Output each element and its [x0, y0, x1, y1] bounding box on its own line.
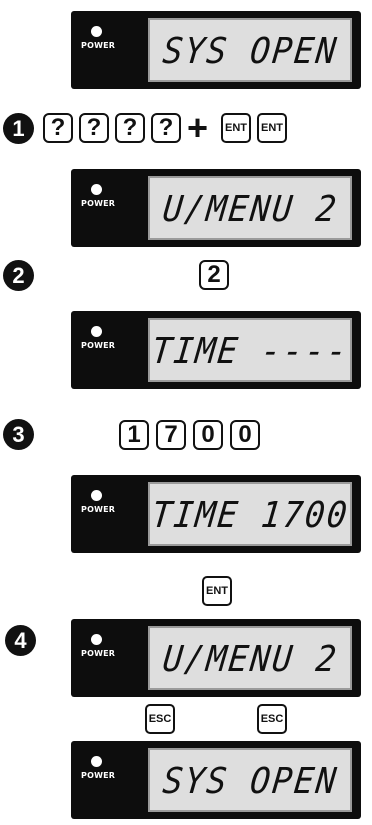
lcd-panel-4: POWER TIME 1700	[71, 475, 361, 553]
lcd-screen: U/MENU 2	[148, 176, 352, 240]
escape-key[interactable]: ESC	[257, 704, 287, 734]
key-1[interactable]: 1	[119, 420, 149, 450]
lcd-panel-6: POWER SYS OPEN	[71, 741, 361, 819]
power-led-icon	[91, 634, 102, 645]
lcd-text: U/MENU 2	[160, 186, 340, 230]
power-led-icon	[91, 756, 102, 767]
power-label: POWER	[81, 41, 116, 50]
lcd-panel-2: POWER U/MENU 2	[71, 169, 361, 247]
plus-sign: +	[187, 107, 209, 148]
key-question[interactable]: ?	[79, 113, 109, 143]
step-4-badge: 4	[5, 625, 36, 656]
key-question[interactable]: ?	[151, 113, 181, 143]
power-label: POWER	[81, 199, 116, 208]
lcd-text: TIME ----	[149, 328, 351, 372]
lcd-panel-3: POWER TIME ----	[71, 311, 361, 389]
power-led-icon	[91, 490, 102, 501]
step-2-badge: 2	[3, 260, 34, 291]
power-label: POWER	[81, 771, 116, 780]
key-question[interactable]: ?	[43, 113, 73, 143]
lcd-panel-1: POWER SYS OPEN	[71, 11, 361, 89]
key-2[interactable]: 2	[199, 260, 229, 290]
lcd-screen: U/MENU 2	[148, 626, 352, 690]
enter-key[interactable]: ENT	[257, 113, 287, 143]
escape-key[interactable]: ESC	[145, 704, 175, 734]
step-3-badge: 3	[3, 419, 34, 450]
lcd-screen: SYS OPEN	[148, 18, 352, 82]
key-question[interactable]: ?	[115, 113, 145, 143]
lcd-screen: SYS OPEN	[148, 748, 352, 812]
lcd-screen: TIME ----	[148, 318, 352, 382]
lcd-text: SYS OPEN	[160, 758, 340, 802]
lcd-screen: TIME 1700	[148, 482, 352, 546]
power-label: POWER	[81, 505, 116, 514]
lcd-text: TIME 1700	[149, 492, 351, 536]
power-led-icon	[91, 184, 102, 195]
key-0[interactable]: 0	[230, 420, 260, 450]
power-led-icon	[91, 326, 102, 337]
power-label: POWER	[81, 341, 116, 350]
power-led-icon	[91, 26, 102, 37]
step-1-badge: 1	[3, 113, 34, 144]
enter-key[interactable]: ENT	[221, 113, 251, 143]
lcd-text: SYS OPEN	[160, 28, 340, 72]
key-7[interactable]: 7	[156, 420, 186, 450]
enter-key[interactable]: ENT	[202, 576, 232, 606]
lcd-panel-5: POWER U/MENU 2	[71, 619, 361, 697]
lcd-text: U/MENU 2	[160, 636, 340, 680]
power-label: POWER	[81, 649, 116, 658]
key-0[interactable]: 0	[193, 420, 223, 450]
